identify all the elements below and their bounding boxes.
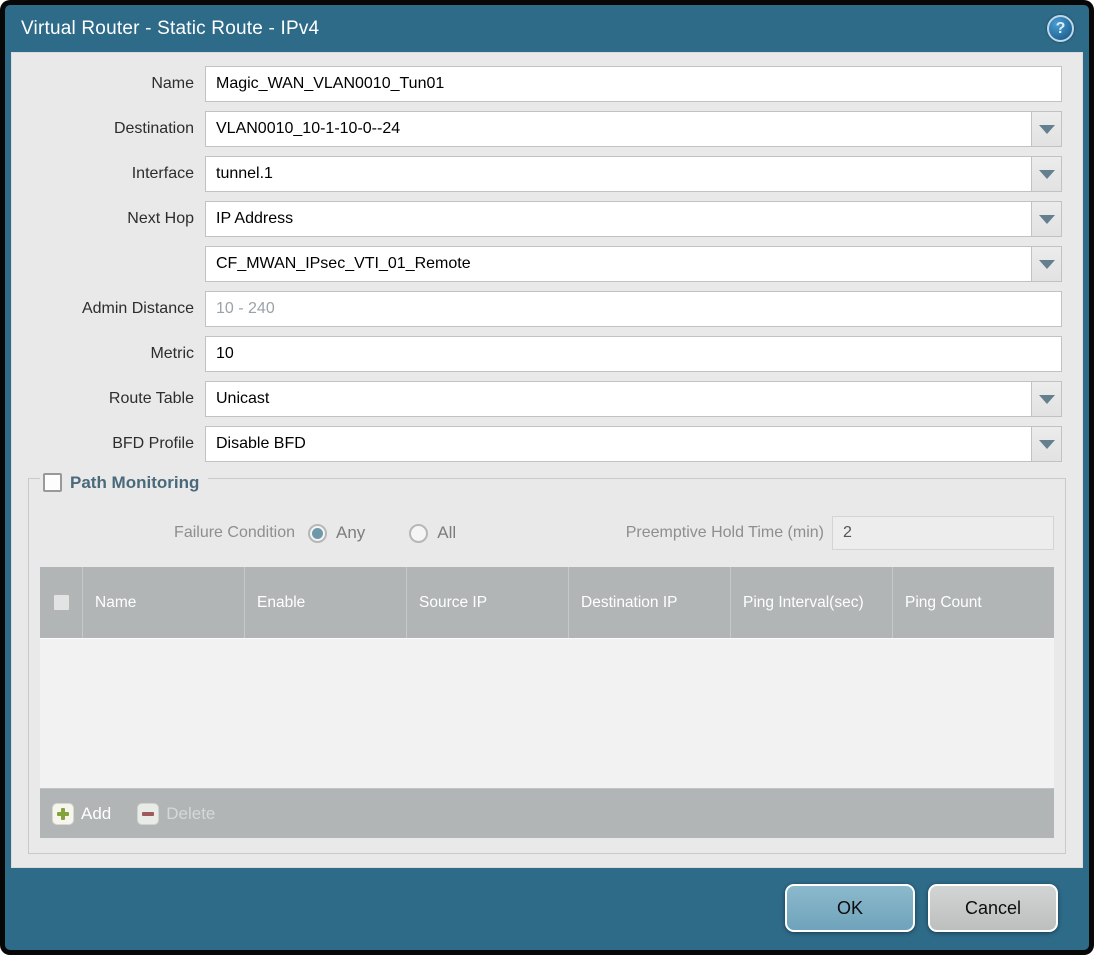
form-row-next-hop: Next Hop bbox=[20, 201, 1062, 237]
cancel-button[interactable]: Cancel bbox=[928, 884, 1058, 932]
minus-icon bbox=[137, 802, 160, 825]
path-monitoring-section: Path Monitoring Failure Condition Any Al… bbox=[28, 472, 1066, 854]
path-monitoring-checkbox[interactable] bbox=[43, 473, 62, 492]
failure-condition-all-label: All bbox=[437, 523, 457, 542]
admin-distance-label: Admin Distance bbox=[81, 300, 194, 317]
chevron-down-icon bbox=[1038, 169, 1055, 179]
metric-input[interactable] bbox=[205, 336, 1062, 372]
path-monitoring-title: Path Monitoring bbox=[70, 472, 200, 492]
chevron-down-icon bbox=[1038, 259, 1055, 269]
name-label: Name bbox=[151, 75, 194, 92]
interface-dropdown-button[interactable] bbox=[1031, 156, 1062, 192]
dialog-footer: OK Cancel bbox=[11, 870, 1083, 946]
chevron-down-icon bbox=[1038, 394, 1055, 404]
name-input[interactable] bbox=[205, 66, 1062, 102]
add-button-label: Add bbox=[81, 803, 112, 823]
form-row-admin-distance: Admin Distance bbox=[20, 291, 1062, 327]
bfd-profile-dropdown-button[interactable] bbox=[1031, 426, 1062, 462]
table-header-enable: Enable bbox=[244, 567, 406, 638]
failure-condition-all-radio[interactable] bbox=[409, 523, 429, 543]
chevron-down-icon bbox=[1038, 124, 1055, 134]
destination-input[interactable] bbox=[205, 111, 1032, 147]
form-row-next-hop-address bbox=[20, 246, 1062, 282]
delete-button-label: Delete bbox=[166, 803, 216, 823]
form-row-name: Name bbox=[20, 66, 1062, 102]
table-header-destination-ip: Destination IP bbox=[568, 567, 730, 638]
delete-button[interactable]: Delete bbox=[137, 802, 216, 825]
next-hop-type-dropdown-button[interactable] bbox=[1031, 201, 1062, 237]
next-hop-address-dropdown-button[interactable] bbox=[1031, 246, 1062, 282]
form-row-metric: Metric bbox=[20, 336, 1062, 372]
title-bar: Virtual Router - Static Route - IPv4 ? bbox=[5, 5, 1089, 52]
add-button[interactable]: Add bbox=[52, 802, 112, 825]
preemptive-hold-time-label: Preemptive Hold Time (min) bbox=[625, 524, 824, 541]
form-row-interface: Interface bbox=[20, 156, 1062, 192]
route-table-label: Route Table bbox=[108, 390, 194, 407]
next-hop-type-input[interactable] bbox=[205, 201, 1032, 237]
table-header-name: Name bbox=[82, 567, 244, 638]
ok-button[interactable]: OK bbox=[785, 884, 915, 932]
table-toolbar: Add Delete bbox=[40, 788, 1054, 838]
table-header-source-ip: Source IP bbox=[406, 567, 568, 638]
form-row-bfd-profile: BFD Profile bbox=[20, 426, 1062, 462]
next-hop-address-input[interactable] bbox=[205, 246, 1032, 282]
bfd-profile-input[interactable] bbox=[205, 426, 1032, 462]
bfd-profile-label: BFD Profile bbox=[112, 435, 194, 452]
admin-distance-input[interactable] bbox=[205, 291, 1062, 327]
table-header-ping-interval: Ping Interval(sec) bbox=[730, 567, 892, 638]
metric-label: Metric bbox=[150, 345, 194, 362]
next-hop-label: Next Hop bbox=[127, 210, 194, 227]
table-header-ping-count: Ping Count bbox=[892, 567, 1054, 638]
table-header-select bbox=[40, 567, 82, 638]
select-all-checkbox[interactable] bbox=[52, 594, 70, 611]
interface-input[interactable] bbox=[205, 156, 1032, 192]
interface-label: Interface bbox=[131, 165, 194, 182]
dialog-body: Name Destination Interface bbox=[11, 52, 1083, 868]
route-table-dropdown-button[interactable] bbox=[1031, 381, 1062, 417]
plus-icon bbox=[52, 802, 74, 825]
failure-condition-any-radio[interactable] bbox=[308, 523, 327, 543]
dialog-frame: Virtual Router - Static Route - IPv4 ? N… bbox=[0, 0, 1094, 955]
route-table-input[interactable] bbox=[205, 381, 1032, 417]
preemptive-hold-time-group: Preemptive Hold Time (min) bbox=[626, 516, 1054, 550]
path-monitoring-table: Name Enable Source IP Destination IP Pin… bbox=[40, 567, 1054, 838]
failure-condition-row: Failure Condition Any All Preemptive Hol… bbox=[40, 516, 1054, 550]
failure-condition-label: Failure Condition bbox=[174, 524, 295, 541]
preemptive-hold-time-input[interactable] bbox=[832, 516, 1054, 550]
destination-label: Destination bbox=[113, 120, 194, 137]
page-title: Virtual Router - Static Route - IPv4 bbox=[21, 17, 320, 39]
destination-dropdown-button[interactable] bbox=[1031, 111, 1062, 147]
help-icon[interactable]: ? bbox=[1047, 15, 1074, 42]
chevron-down-icon bbox=[1038, 214, 1055, 224]
table-body-empty bbox=[40, 638, 1054, 788]
failure-condition-any-label: Any bbox=[336, 523, 366, 542]
form-row-route-table: Route Table bbox=[20, 381, 1062, 417]
chevron-down-icon bbox=[1038, 439, 1055, 449]
form-row-destination: Destination bbox=[20, 111, 1062, 147]
table-header: Name Enable Source IP Destination IP Pin… bbox=[40, 567, 1054, 638]
dialog-window: Virtual Router - Static Route - IPv4 ? N… bbox=[5, 5, 1089, 950]
help-icon-glyph: ? bbox=[1055, 19, 1066, 37]
path-monitoring-legend: Path Monitoring bbox=[40, 472, 209, 493]
